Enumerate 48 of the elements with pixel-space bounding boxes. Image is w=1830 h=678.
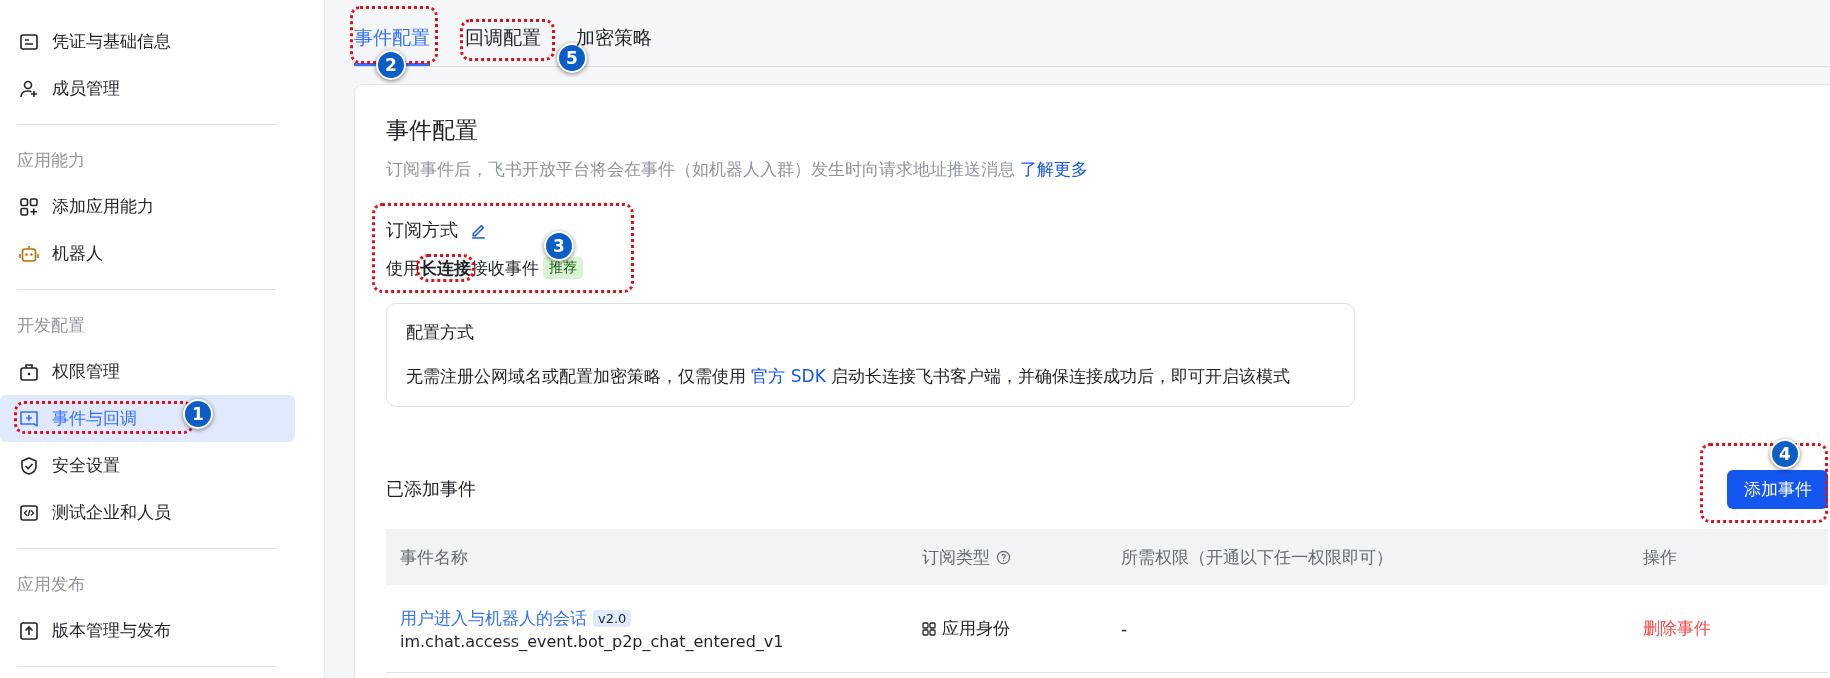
add-user-icon [19,78,39,99]
config-method-label: 配置方式 [406,321,475,344]
column-header: 订阅类型 [922,545,990,569]
description-text: 订阅事件后，飞书开放平台将会在事件（如机器人入群）发生时向请求地址推送消息 了解更多 [386,158,1090,181]
sidebar-item[interactable]: 权限管理 [0,348,295,395]
sidebar-item[interactable]: 添加应用能力 [0,183,295,230]
add-event-button[interactable]: 添加事件 [1727,469,1828,509]
shield-check-icon [19,455,39,476]
learn-more-link[interactable]: 了解更多 [1020,159,1089,179]
section-heading: 已添加事件 [386,477,476,501]
sidebar-item[interactable]: 成员管理 [0,65,295,112]
column-header: 所需权限（开通以下任一权限即可） [1121,545,1393,569]
event-key-text: im.chat.access_event.bot_p2p_chat_entered_v1 [400,631,784,651]
section-title: 应用能力 [16,149,86,172]
column-header: 事件名称 [400,545,468,569]
table-cell: - [1121,618,1128,639]
delete-event-link[interactable]: 删除事件 [1643,617,1711,640]
sidebar-item[interactable]: 版本管理与发布 [0,607,295,654]
upload-icon [19,620,39,641]
subscription-label: 订阅方式 [386,218,458,242]
section-title: 开发配置 [16,314,86,337]
step-badge: 2 [376,50,406,80]
lock-bag-icon [19,361,39,382]
code-icon [19,502,39,523]
sidebar-item[interactable]: 事件与回调 1 [0,395,295,442]
robot-icon [19,243,39,264]
help-icon[interactable] [996,549,1011,565]
sidebar-item[interactable]: 测试企业和人员 [0,489,295,536]
step-badge: 4 [1770,439,1800,469]
sidebar-item[interactable]: 凭证与基础信息 [0,18,295,65]
sidebar-item[interactable]: 机器人 [0,230,295,277]
step-badge: 3 [544,231,574,261]
step-badge: 1 [183,399,213,429]
event-name-link[interactable]: 用户进入与机器人的会话 [400,606,587,630]
tab[interactable]: 回调配置 [465,0,541,66]
sdk-link[interactable]: 官方 SDK [751,366,826,386]
grid-icon [922,621,936,636]
config-method-text: 无需注册公网域名或配置加密策略，仅需使用 官方 SDK 启动长连接飞书客户端，并确保连接成功后，即可开启该模式 [406,365,1292,388]
section-heading: 事件配置 [386,116,479,145]
version-tag: v2.0 [593,609,632,627]
sidebar-item[interactable]: 安全设置 [0,442,295,489]
table-cell: 应用身份 [942,617,1010,640]
message-plus-icon [19,408,39,429]
grid-icon [19,196,39,217]
column-header: 操作 [1643,545,1677,569]
id-card-icon [19,31,39,52]
section-title: 应用发布 [16,573,86,596]
recommended-tag: 推荐 [543,257,583,279]
